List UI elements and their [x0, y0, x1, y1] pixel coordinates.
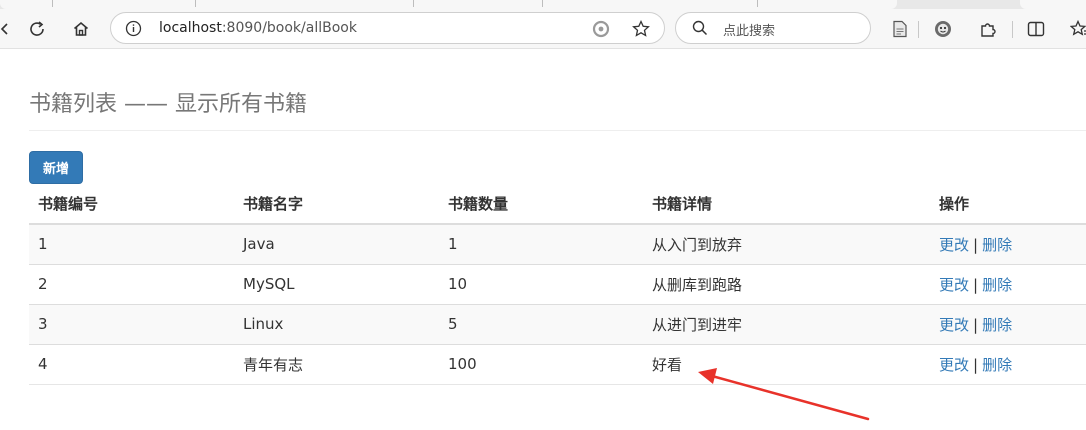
tab-separator: [195, 0, 196, 7]
table-row: 3 Linux 5 从进门到进牢 更改 | 删除: [29, 303, 1086, 344]
tab-separator: [413, 0, 414, 7]
action-separator: |: [973, 315, 979, 334]
add-book-button[interactable]: 新增: [29, 151, 83, 184]
table-row: 2 MySQL 10 从删库到跑路 更改 | 删除: [29, 263, 1086, 304]
table-row: 4 青年有志 100 好看 更改 | 删除: [29, 343, 1086, 385]
cell-book-detail: 从进门到进牢: [643, 303, 930, 344]
action-separator: |: [973, 355, 979, 374]
cell-book-name: Linux: [234, 303, 439, 344]
header-book-id: 书籍编号: [29, 184, 234, 225]
delete-link[interactable]: 删除: [982, 316, 1012, 334]
reading-view-icon[interactable]: [889, 18, 911, 40]
toolbar-separator: [918, 21, 919, 38]
cell-actions: 更改 | 删除: [930, 263, 1086, 304]
toolbar-separator: [1012, 21, 1013, 38]
cell-book-name: MySQL: [234, 263, 439, 304]
cell-book-id: 2: [29, 263, 234, 304]
back-icon[interactable]: [0, 18, 16, 40]
tab-separator: [52, 0, 53, 7]
action-separator: |: [973, 275, 979, 294]
cell-book-detail: 好看: [643, 343, 930, 385]
table-row: 1 Java 1 从入门到放弃 更改 | 删除: [29, 223, 1086, 264]
search-placeholder: 点此搜索: [723, 24, 776, 39]
active-tab[interactable]: [0, 0, 897, 9]
address-bar[interactable]: localhost:8090/book/allBook: [110, 12, 665, 44]
page-title: 书籍列表 —— 显示所有书籍: [29, 92, 307, 117]
favorites-icon[interactable]: [1069, 18, 1086, 40]
delete-link[interactable]: 删除: [982, 236, 1012, 254]
cell-book-id: 3: [29, 303, 234, 344]
favorite-star-icon[interactable]: [631, 19, 651, 43]
book-table: 书籍编号 书籍名字 书籍数量 书籍详情 操作 1 Java 1 从入门到放弃 更…: [29, 184, 1086, 385]
cell-actions: 更改 | 删除: [930, 343, 1086, 385]
tab-separator: [542, 0, 543, 7]
cell-book-detail: 从入门到放弃: [643, 223, 930, 264]
cell-book-id: 4: [29, 343, 234, 385]
tab-strip-right[interactable]: [1020, 0, 1086, 9]
tab-separator: [757, 0, 758, 7]
url-path: :8090/book/allBook: [221, 20, 357, 36]
title-divider: [29, 130, 1086, 131]
edit-link[interactable]: 更改: [939, 276, 969, 294]
delete-link[interactable]: 删除: [982, 276, 1012, 294]
cell-book-id: 1: [29, 223, 234, 264]
cell-book-count: 5: [439, 303, 643, 344]
header-actions: 操作: [930, 184, 1086, 225]
browser-toolbar: localhost:8090/book/allBook 点此搜索: [0, 9, 1086, 49]
edit-link[interactable]: 更改: [939, 316, 969, 334]
url-host: localhost: [159, 20, 222, 36]
header-book-count: 书籍数量: [439, 184, 643, 225]
edit-link[interactable]: 更改: [939, 356, 969, 374]
cell-book-count: 100: [439, 343, 643, 385]
cell-book-count: 1: [439, 223, 643, 264]
edit-link[interactable]: 更改: [939, 236, 969, 254]
cell-book-name: 青年有志: [234, 343, 439, 385]
url-text[interactable]: localhost:8090/book/allBook: [159, 20, 357, 36]
cell-book-name: Java: [234, 223, 439, 264]
site-info-icon[interactable]: [125, 20, 142, 41]
read-aloud-icon[interactable]: [591, 19, 611, 43]
header-book-detail: 书籍详情: [643, 184, 930, 225]
delete-link[interactable]: 删除: [982, 356, 1012, 374]
reload-icon[interactable]: [26, 18, 48, 40]
cell-book-detail: 从删库到跑路: [643, 263, 930, 304]
cell-book-count: 10: [439, 263, 643, 304]
tab-strip: [0, 0, 1086, 9]
cell-actions: 更改 | 删除: [930, 303, 1086, 344]
search-box[interactable]: 点此搜索: [675, 12, 871, 44]
split-screen-icon[interactable]: [1025, 18, 1047, 40]
extensions-puzzle-icon[interactable]: [977, 18, 999, 40]
extension-icon[interactable]: [932, 18, 954, 40]
cell-actions: 更改 | 删除: [930, 223, 1086, 264]
action-separator: |: [973, 235, 979, 254]
header-book-name: 书籍名字: [234, 184, 439, 225]
table-header-row: 书籍编号 书籍名字 书籍数量 书籍详情 操作: [29, 184, 1086, 225]
home-icon[interactable]: [70, 18, 92, 40]
search-icon: [692, 20, 708, 40]
